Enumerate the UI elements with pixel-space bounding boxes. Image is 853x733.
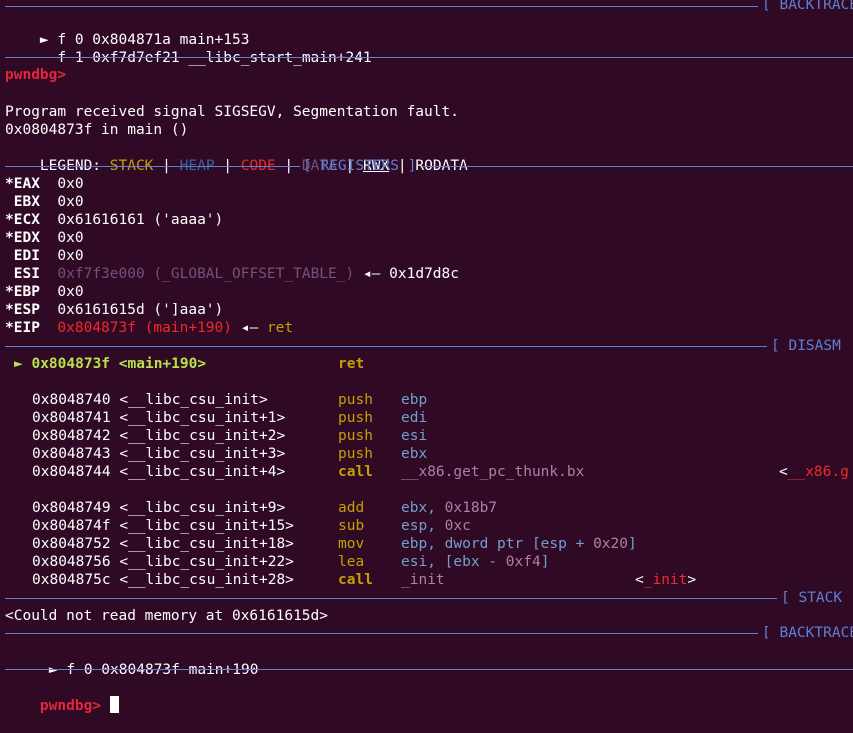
disasm-row: 0x8048742 <__libc_csu_init+2> (32, 428, 286, 444)
pointer-arrow-icon: ◂— (362, 266, 381, 282)
disasm-arg: __x86.get_pc_thunk.bx (401, 464, 585, 480)
stack-message: <Could not read memory at 0x6161615d> (5, 608, 329, 624)
disasm-arg: edi (401, 410, 428, 426)
backtrace-section-label-top: [ BACKTRACE (762, 0, 853, 13)
disasm-section-label: [ DISASM (771, 338, 841, 354)
disasm-op: sub (338, 518, 365, 534)
command-line[interactable]: pwndbg> (5, 678, 119, 714)
disasm-separator (5, 346, 767, 347)
disasm-op: add (338, 500, 365, 516)
backtrace-separator-bottom (5, 633, 758, 634)
registers-section-label: [ REGISTERS ] (303, 158, 417, 174)
disasm-op: call (338, 464, 373, 480)
register-row: *EIP 0x804873f (main+190) ◂— ret (5, 320, 294, 336)
backtrace-separator-top (5, 6, 758, 7)
register-row: *EBP 0x0 (5, 284, 84, 300)
register-row: *ECX 0x61616161 ('aaaa') (5, 212, 224, 228)
disasm-row: 0x804875c <__libc_csu_init+28> (32, 572, 294, 588)
disasm-arg: ebp (401, 392, 428, 408)
backtrace-section-label-bottom: [ BACKTRACE (762, 625, 853, 641)
disasm-op: lea (338, 554, 365, 570)
disasm-arg: esp, 0xc (401, 518, 471, 534)
disasm-row: 0x8048741 <__libc_csu_init+1> (32, 410, 286, 426)
disasm-arg: ebx, 0x18b7 (401, 500, 498, 516)
pwndbg-prompt: pwndbg> (39, 698, 102, 714)
disasm-row: 0x8048749 <__libc_csu_init+9> (32, 500, 286, 516)
backtrace-frame: ► f 0 0x804871a main+153 (39, 32, 250, 48)
disasm-row: 0x8048756 <__libc_csu_init+22> (32, 554, 294, 570)
registers-separator-right (423, 166, 853, 167)
registers-separator-left (5, 166, 300, 167)
backtrace-frame: f 1 0xf7d7ef21 __libc_start_main+241 (57, 50, 372, 66)
disasm-op: push (338, 392, 373, 408)
register-row: *ESP 0x6161615d (']aaa') (5, 302, 224, 318)
register-row: EDI 0x0 (13, 248, 84, 264)
section-separator (5, 669, 853, 670)
current-frame-marker-icon: ► (48, 662, 58, 678)
current-instruction-marker-icon: ► (14, 356, 23, 372)
disasm-op: call (338, 572, 373, 588)
call-target: <__x86.g (779, 464, 849, 480)
disasm-current-instruction: ► 0x804873f <main+190> (14, 356, 207, 372)
pwndbg-prompt: pwndbg> (5, 67, 67, 83)
register-row: *EAX 0x0 (5, 176, 84, 192)
disasm-arg: ebx (401, 446, 428, 462)
section-separator (5, 57, 853, 58)
register-row: *EDX 0x0 (5, 230, 84, 246)
disasm-row: 0x8048752 <__libc_csu_init+18> (32, 536, 294, 552)
stack-separator (5, 598, 777, 599)
register-row: ESI 0xf7f3e000 (_GLOBAL_OFFSET_TABLE_) ◂… (13, 266, 459, 282)
pointer-arrow-icon: ◂— (240, 320, 259, 336)
terminal-window[interactable]: [ BACKTRACE ► f 0 0x804871a main+153 f 1… (0, 0, 853, 714)
disasm-row: 0x804874f <__libc_csu_init+15> (32, 518, 294, 534)
text-cursor (109, 696, 119, 713)
disasm-arg: ebp, dword ptr [esp + 0x20] (401, 536, 637, 552)
disasm-arg: _init (401, 572, 445, 588)
disasm-op: push (338, 410, 373, 426)
disasm-op: push (338, 428, 373, 444)
disasm-arg: esi, [ebx - 0xf4] (401, 554, 550, 570)
fault-location: 0x0804873f in main () (5, 122, 189, 138)
disasm-row: 0x8048743 <__libc_csu_init+3> (32, 446, 286, 462)
legend: LEGEND: STACK | HEAP | CODE | DATA | RWX… (39, 158, 468, 174)
disasm-row: 0x8048740 <__libc_csu_init> (32, 392, 268, 408)
disasm-op: push (338, 446, 373, 462)
disasm-op: mov (338, 536, 365, 552)
disasm-row: 0x8048744 <__libc_csu_init+4> (32, 464, 286, 480)
register-row: EBX 0x0 (13, 194, 84, 210)
disasm-current-op: ret (338, 356, 365, 372)
disasm-arg: esi (401, 428, 428, 444)
call-target: <_init> (635, 572, 697, 588)
backtrace-frame: ► f 0 0x804873f main+190 (48, 662, 259, 678)
stack-section-label: [ STACK (781, 590, 843, 606)
signal-message: Program received signal SIGSEGV, Segment… (5, 104, 459, 120)
